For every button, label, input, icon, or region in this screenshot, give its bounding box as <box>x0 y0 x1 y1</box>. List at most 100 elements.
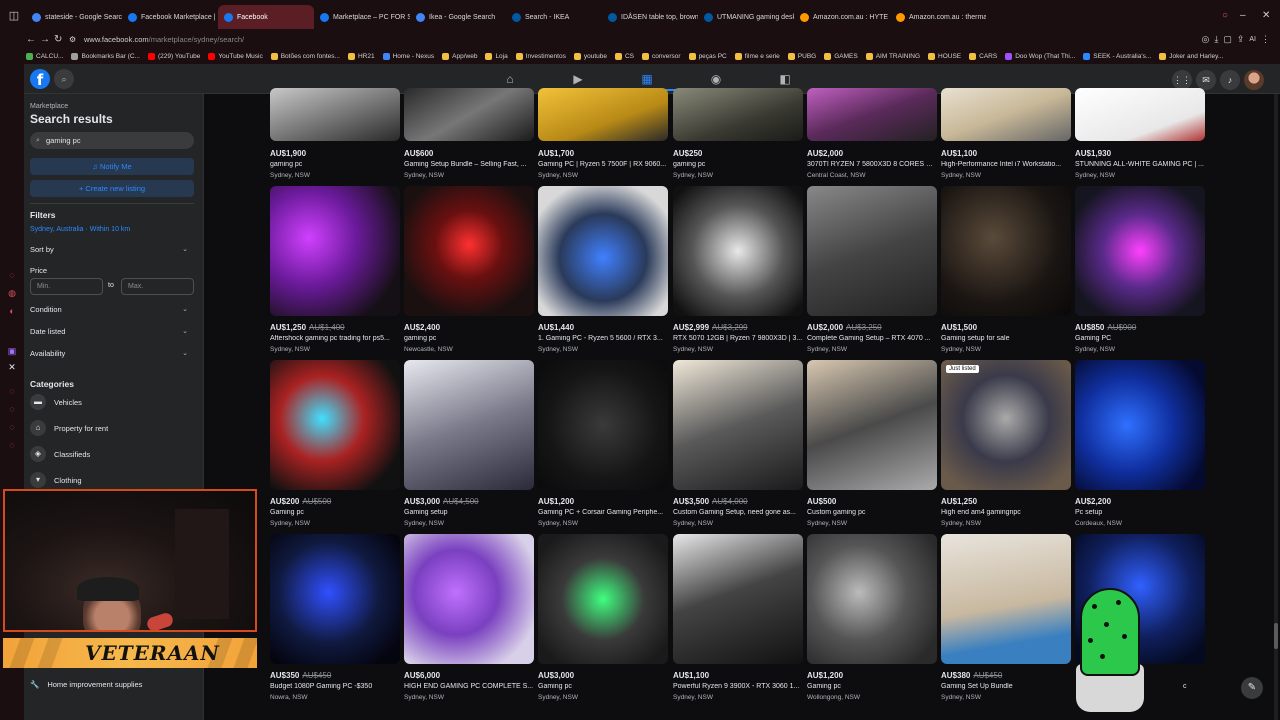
listing-title[interactable]: Gaming pc <box>270 509 400 516</box>
listing-title[interactable]: Gaming Set Up Bundle <box>941 683 1071 690</box>
listing-photo[interactable] <box>807 88 937 141</box>
twitch-icon[interactable]: ▣ <box>7 346 17 356</box>
window-menu-icon[interactable]: ◫ <box>8 10 20 22</box>
x-icon[interactable]: ✕ <box>7 362 17 372</box>
bookmark-item[interactable]: SEEK - Australia's... <box>1083 52 1151 60</box>
listing-photo[interactable] <box>673 88 803 141</box>
location-filter-link[interactable]: Sydney, Australia · Within 10 km <box>30 226 130 233</box>
listing-title[interactable]: gaming pc <box>673 161 803 168</box>
listing-photo[interactable] <box>807 360 937 490</box>
sort-by-dropdown[interactable]: Sort by ⌄ <box>30 245 194 254</box>
bookmark-item[interactable]: conversor <box>642 52 681 60</box>
listing-title[interactable]: Gaming pc <box>538 683 668 690</box>
listing-photo[interactable] <box>270 360 400 490</box>
notifications-icon[interactable]: ♪ <box>1220 70 1240 90</box>
browser-tab[interactable]: stateside - Google Search <box>26 5 122 29</box>
listing-photo[interactable] <box>673 360 803 490</box>
listing-title[interactable]: RTX 5070 12GB | Ryzen 7 9800X3D | 3... <box>673 335 803 342</box>
sidebar-icon-2[interactable]: ◍ <box>7 288 17 298</box>
listing-title[interactable]: Budget 1080P Gaming PC -$350 <box>270 683 400 690</box>
bookmark-item[interactable]: Botões com fontes... <box>270 52 340 60</box>
bookmark-item[interactable]: HOUSE <box>928 52 961 60</box>
listing-title[interactable]: Gaming setup for sale <box>941 335 1071 342</box>
browser-tab[interactable]: UTMANING gaming desk w <box>698 5 794 29</box>
avatar[interactable] <box>1244 70 1264 90</box>
category-clothing[interactable]: ▾ Clothing <box>30 472 194 488</box>
menu-grid-icon[interactable]: ⋮⋮ <box>1172 70 1192 90</box>
listing-photo[interactable] <box>807 534 937 664</box>
listing-title[interactable]: c <box>1183 683 1203 690</box>
compose-icon[interactable]: ✎ <box>1241 677 1263 699</box>
listing-photo[interactable] <box>538 534 668 664</box>
search-tabs-icon[interactable]: ○ <box>1222 10 1228 21</box>
listing-title[interactable]: STUNNING ALL-WHITE GAMING PC | ... <box>1075 161 1205 168</box>
listing-title[interactable]: Custom Gaming Setup, need gone as... <box>673 509 803 516</box>
listing-photo[interactable] <box>1075 88 1205 141</box>
bookmark-item[interactable]: PUBG <box>787 52 816 60</box>
search-icon[interactable]: ⌕ <box>54 69 74 89</box>
listing-title[interactable]: Aftershock gaming pc trading for ps5... <box>270 335 400 342</box>
site-info-icon[interactable]: ⚙ <box>69 34 76 46</box>
sidebar-icon[interactable]: ▢ <box>1223 34 1232 45</box>
sidebar-icon-7[interactable]: ◌ <box>7 440 17 450</box>
bookmark-item[interactable]: CALCU... <box>26 52 63 60</box>
listing-title[interactable]: Gaming Setup Bundle – Selling Fast, ... <box>404 161 534 168</box>
bookmark-item[interactable]: Investimentos <box>515 52 566 60</box>
scrollbar-thumb[interactable] <box>1274 623 1278 649</box>
listing-photo[interactable] <box>404 88 534 141</box>
listing-photo[interactable] <box>538 88 668 141</box>
listing-title[interactable]: Pc setup <box>1075 509 1205 516</box>
listing-title[interactable]: Gaming PC | Ryzen 5 7500F | RX 9060... <box>538 161 668 168</box>
notify-button[interactable]: ♫ Notify Me <box>30 158 194 175</box>
browser-tab[interactable]: Facebook <box>218 5 314 29</box>
forward-icon[interactable]: → <box>40 34 50 46</box>
menu-icon[interactable]: ⋮ <box>1261 34 1270 45</box>
ai-icon[interactable]: AI <box>1249 36 1256 43</box>
facebook-logo-icon[interactable]: f <box>30 69 50 89</box>
listing-photo[interactable] <box>1075 186 1205 316</box>
listing-title[interactable]: Powerful Ryzen 9 3900X - RTX 3060 1... <box>673 683 803 690</box>
bookmark-item[interactable]: YouTube Music <box>208 52 263 60</box>
back-icon[interactable]: ← <box>26 34 36 46</box>
listing-title[interactable]: Custom gaming pc <box>807 509 937 516</box>
category-property-for-rent[interactable]: ⌂ Property for rent <box>30 420 194 436</box>
listing-photo[interactable] <box>404 534 534 664</box>
bookmark-item[interactable]: youtube <box>573 52 607 60</box>
listing-title[interactable]: Gaming setup <box>404 509 534 516</box>
download-icon[interactable]: ⤓ <box>1214 34 1218 45</box>
messenger-icon[interactable]: ✉ <box>1196 70 1216 90</box>
sidebar-icon-4[interactable]: ◌ <box>7 386 17 396</box>
bookmark-item[interactable]: App/web <box>442 52 477 60</box>
sidebar-icon-5[interactable]: ◌ <box>7 404 17 414</box>
bookmark-item[interactable]: CARS <box>969 52 997 60</box>
create-listing-button[interactable]: + Create new listing <box>30 180 194 197</box>
listing-title[interactable]: 1. Gaming PC - Ryzen 5 5600 / RTX 3... <box>538 335 668 342</box>
availability-dropdown[interactable]: Availability ⌄ <box>30 349 194 358</box>
listing-photo[interactable]: Just listed <box>941 360 1071 490</box>
bookmark-item[interactable]: (229) YouTube <box>147 52 200 60</box>
listing-photo[interactable] <box>1075 360 1205 490</box>
listing-photo[interactable] <box>270 88 400 141</box>
bookmark-item[interactable]: peças PC <box>688 52 727 60</box>
listing-photo[interactable] <box>270 534 400 664</box>
browser-tab[interactable]: Ikea - Google Search <box>410 5 506 29</box>
listing-title[interactable]: Complete Gaming Setup – RTX 4070 ... <box>807 335 937 342</box>
bookmark-item[interactable]: Bookmarks Bar (C... <box>71 52 140 60</box>
bookmark-item[interactable]: Joker and Harley... <box>1159 52 1223 60</box>
listing-photo[interactable] <box>404 360 534 490</box>
browser-tab[interactable]: Amazon.com.au : HYTE Ho <box>794 5 890 29</box>
category-home-improvement[interactable]: 🔧 Home improvement supplies <box>30 680 142 689</box>
listing-photo[interactable] <box>673 534 803 664</box>
sidebar-icon-3[interactable]: ◐ <box>7 306 17 316</box>
listing-photo[interactable] <box>673 186 803 316</box>
listing-title[interactable]: Gaming PC <box>1075 335 1205 342</box>
listing-photo[interactable] <box>807 186 937 316</box>
sidebar-icon-1[interactable]: ◌ <box>7 270 17 280</box>
condition-dropdown[interactable]: Condition ⌄ <box>30 305 194 314</box>
listing-photo[interactable] <box>404 186 534 316</box>
close-window-icon[interactable]: ✕ <box>1262 10 1270 21</box>
listing-title[interactable]: 3070TI RYZEN 7 5800X3D 8 CORES G... <box>807 161 937 168</box>
price-min-input[interactable]: Min. <box>30 278 103 295</box>
bookmark-item[interactable]: filme e serie <box>734 52 780 60</box>
browser-tab[interactable]: IDÅSEN table top, brown, 1 <box>602 5 698 29</box>
